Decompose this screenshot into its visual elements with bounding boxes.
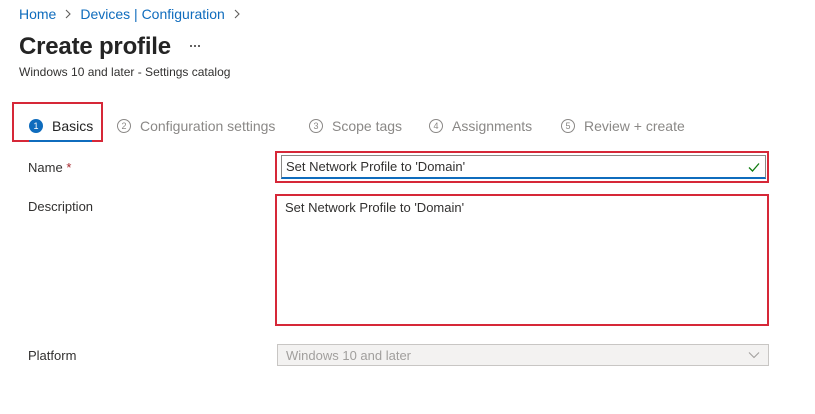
step-number-3: 3 xyxy=(309,119,323,133)
tab-configuration-settings[interactable]: 2 Configuration settings xyxy=(117,117,275,135)
name-field-value: Set Network Profile to 'Domain' xyxy=(286,159,466,174)
step-number-1: 1 xyxy=(29,119,43,133)
chevron-right-icon xyxy=(233,9,241,19)
step-number-5: 5 xyxy=(561,119,575,133)
chevron-right-icon xyxy=(64,9,72,19)
breadcrumb-home-link[interactable]: Home xyxy=(19,6,56,22)
platform-label: Platform xyxy=(28,348,77,363)
tab-assignments[interactable]: 4 Assignments xyxy=(429,117,532,135)
name-label-text: Name xyxy=(28,160,63,175)
more-icon[interactable] xyxy=(190,38,200,54)
page-subtitle: Windows 10 and later - Settings catalog xyxy=(19,65,231,79)
tab-review-create[interactable]: 5 Review + create xyxy=(561,117,685,135)
platform-select-value: Windows 10 and later xyxy=(286,347,412,363)
step-number-2: 2 xyxy=(117,119,131,133)
description-label: Description xyxy=(28,199,94,214)
check-icon xyxy=(748,163,760,172)
chevron-down-icon xyxy=(748,352,760,359)
page-title: Create profile xyxy=(19,33,171,60)
breadcrumb-devices-configuration-link[interactable]: Devices | Configuration xyxy=(80,6,224,22)
step-number-4: 4 xyxy=(429,119,443,133)
tab-basics[interactable]: 1 Basics xyxy=(29,117,93,135)
tab-scope-tags-label: Scope tags xyxy=(332,118,403,134)
description-field-value: Set Network Profile to 'Domain' xyxy=(285,200,465,215)
name-field[interactable]: Set Network Profile to 'Domain' xyxy=(281,155,766,179)
tab-assignments-label: Assignments xyxy=(452,118,533,134)
tab-review-create-label: Review + create xyxy=(584,118,685,134)
tab-scope-tags[interactable]: 3 Scope tags xyxy=(309,117,402,135)
breadcrumb: Home Devices | Configuration xyxy=(19,5,249,23)
name-label: Name * xyxy=(28,160,71,175)
tab-basics-label: Basics xyxy=(52,118,94,134)
active-tab-underline xyxy=(29,140,92,142)
platform-select: Windows 10 and later xyxy=(277,344,769,366)
description-field[interactable]: Set Network Profile to 'Domain' xyxy=(279,197,766,323)
tab-configuration-settings-label: Configuration settings xyxy=(140,118,276,134)
required-indicator: * xyxy=(66,160,72,175)
